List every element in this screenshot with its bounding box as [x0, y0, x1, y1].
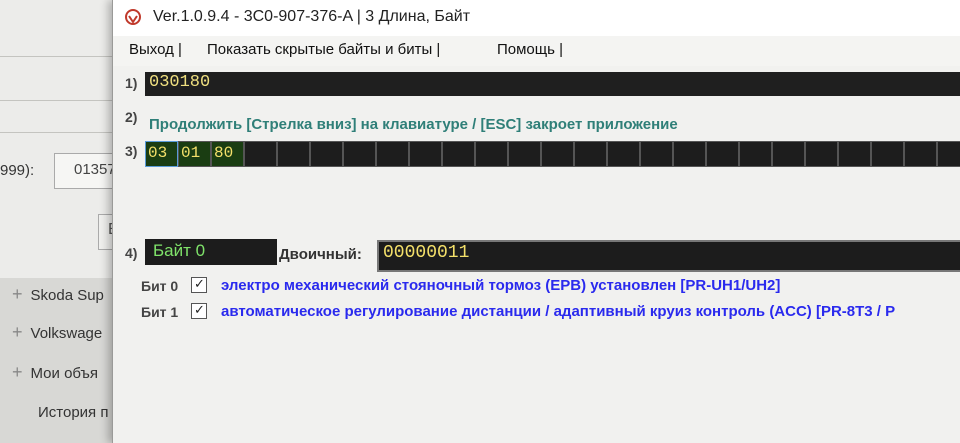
bit-0-checkbox[interactable]: ✓: [191, 276, 207, 293]
row-number: 1): [125, 75, 138, 91]
byte-cell[interactable]: [805, 141, 838, 167]
menu-show-hidden[interactable]: Показать скрытые байты и биты |: [207, 41, 440, 58]
hex-string-value: 030180: [149, 73, 211, 92]
binary-label: Двоичный:: [279, 246, 362, 263]
background-menu: + Skoda Sup + Volkswage + Мои объя История …: [0, 278, 130, 443]
checkmark-icon: ✓: [194, 302, 205, 317]
byte-cell[interactable]: [541, 141, 574, 167]
background-menu-label: История п: [38, 404, 109, 421]
row-number: 4): [125, 245, 138, 261]
byte-cell[interactable]: [772, 141, 805, 167]
byte-cell[interactable]: 80: [211, 141, 244, 167]
divider: [0, 56, 130, 57]
byte-cell[interactable]: [739, 141, 772, 167]
bit-description: автоматическое регулирование дистанции /…: [221, 303, 896, 320]
byte-cell[interactable]: [937, 141, 960, 167]
plus-icon: +: [12, 322, 23, 342]
checkmark-icon: ✓: [194, 276, 205, 291]
hex-string-field[interactable]: [145, 72, 960, 96]
byte-cell[interactable]: [475, 141, 508, 167]
byte-cell[interactable]: [409, 141, 442, 167]
byte-cell-value: 80: [214, 144, 234, 162]
row-number: 2): [125, 109, 138, 125]
background-menu-label: Volkswage: [30, 325, 103, 342]
byte-cell[interactable]: [442, 141, 475, 167]
background-menu-item[interactable]: + Мои объя: [12, 362, 98, 383]
byte-cell-value: 01: [181, 144, 201, 162]
binary-value: 00000011: [383, 243, 470, 263]
byte-cell[interactable]: [607, 141, 640, 167]
divider: [0, 132, 130, 133]
byte-cell[interactable]: [904, 141, 937, 167]
menu-bar: Выход | Показать скрытые байты и биты | …: [113, 36, 960, 66]
byte-cell[interactable]: [310, 141, 343, 167]
byte-cell[interactable]: [640, 141, 673, 167]
menu-help[interactable]: Помощь |: [497, 41, 563, 58]
background-input-value: 01357: [74, 161, 116, 178]
byte-cell[interactable]: [838, 141, 871, 167]
plus-icon: +: [12, 284, 23, 304]
window-title: Ver.1.0.9.4 - 3C0-907-376-A | 3 Длина, Б…: [153, 8, 471, 25]
bit-label: Бит 0: [141, 278, 179, 294]
row-number: 3): [125, 143, 138, 159]
background-menu-item[interactable]: + Volkswage: [12, 322, 102, 343]
app-window: Ver.1.0.9.4 - 3C0-907-376-A | 3 Длина, Б…: [112, 0, 960, 443]
background-menu-label: Skoda Sup: [30, 287, 104, 304]
byte-cell[interactable]: [871, 141, 904, 167]
background-field-label: 999):: [0, 162, 35, 179]
background-menu-label: Мои объя: [30, 365, 99, 382]
byte-cell-value: 03: [148, 144, 168, 162]
title-bar: Ver.1.0.9.4 - 3C0-907-376-A | 3 Длина, Б…: [113, 0, 960, 36]
byte-grid: 03 01 80: [145, 141, 960, 167]
bit-label: Бит 1: [141, 304, 179, 320]
byte-cell[interactable]: [343, 141, 376, 167]
divider: [0, 100, 130, 101]
byte-cell[interactable]: [706, 141, 739, 167]
app-icon: [125, 9, 141, 25]
instruction-text: Продолжить [Стрелка вниз] на клавиатуре …: [149, 116, 678, 133]
bit-description: электро механический стояночный тормоз (…: [221, 277, 781, 294]
bit-1-checkbox[interactable]: ✓: [191, 302, 207, 319]
byte-cell[interactable]: [244, 141, 277, 167]
menu-exit[interactable]: Выход |: [129, 41, 182, 58]
background-menu-item[interactable]: + Skoda Sup: [12, 284, 104, 305]
byte-cell[interactable]: [508, 141, 541, 167]
byte-label: Байт 0: [153, 241, 206, 260]
byte-cell[interactable]: [673, 141, 706, 167]
byte-cell[interactable]: 03: [145, 141, 178, 167]
byte-cell[interactable]: [277, 141, 310, 167]
background-menu-item[interactable]: История п: [38, 404, 108, 421]
byte-cell[interactable]: [574, 141, 607, 167]
byte-cell[interactable]: [376, 141, 409, 167]
plus-icon: +: [12, 362, 23, 382]
byte-cell[interactable]: 01: [178, 141, 211, 167]
